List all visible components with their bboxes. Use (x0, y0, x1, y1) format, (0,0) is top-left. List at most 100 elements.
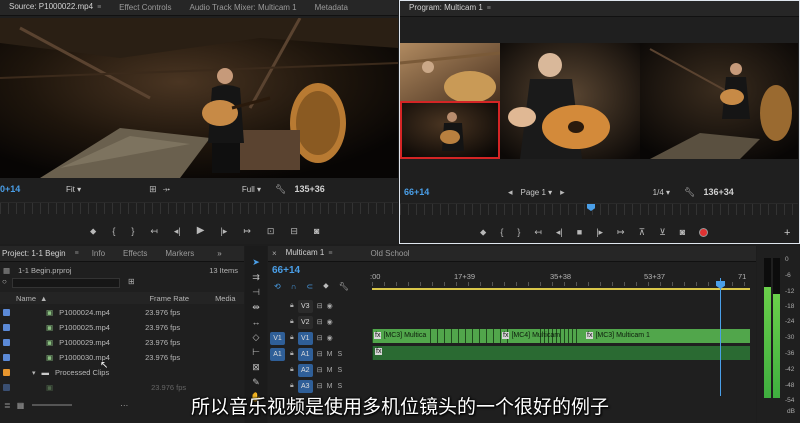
play-icon[interactable]: ▶ (197, 226, 205, 236)
add-marker-icon[interactable]: ⬥ (90, 226, 96, 236)
export-frame-icon[interactable]: ⊞ (149, 184, 157, 194)
extract-icon[interactable]: ⊻ (659, 227, 666, 237)
rolling-edit-tool-icon[interactable]: ⇹ (250, 301, 262, 313)
nest-toggle-icon[interactable]: ⟲ (274, 282, 281, 291)
timeline-playhead-line[interactable] (720, 278, 721, 396)
source-resolution-select[interactable]: Full ▾ (242, 185, 261, 194)
tab-effects[interactable]: Effects (114, 246, 156, 262)
tab-multicam-1[interactable]: Multicam 1 ≡ (277, 246, 342, 262)
eye-icon[interactable]: ◉ (327, 302, 333, 310)
track-area[interactable]: fx [MC3] Multica fx [MC4] Multicam fx [MC3]… (372, 278, 752, 396)
tab-audio-track-mixer[interactable]: Audio Track Mixer: Multicam 1 (180, 0, 305, 16)
timeline-playhead-timecode[interactable]: 66+14 (272, 265, 300, 276)
audio-clip[interactable]: fx (372, 346, 750, 360)
source-time-ruler[interactable] (0, 202, 398, 214)
source-playhead-timecode[interactable]: 0+14 (0, 184, 40, 194)
insert-icon[interactable]: ⊡ (267, 226, 275, 236)
solo-button[interactable]: S (337, 383, 342, 390)
track-label-a3[interactable]: A3 (297, 379, 313, 393)
tab-project[interactable]: Project: 1-1 Begin (0, 246, 75, 262)
track-label-v1[interactable]: V1 (297, 331, 313, 345)
razor-tool-icon[interactable]: ◇ (250, 331, 262, 343)
go-to-out-icon[interactable]: ↦ (617, 227, 625, 237)
more-tabs-icon[interactable]: » (217, 249, 221, 258)
linked-selection-icon[interactable]: ⊂ (306, 282, 313, 291)
track-label-v2[interactable]: V2 (297, 315, 313, 329)
page-select[interactable]: Page 1 ▾ (521, 188, 553, 197)
media-column-header[interactable]: Media (215, 294, 235, 303)
wrench-icon[interactable]: 🔧︎ (339, 282, 349, 291)
solo-button[interactable]: S (337, 351, 342, 358)
mark-in-icon[interactable]: { (112, 226, 115, 236)
sync-lock-icon[interactable]: ⊟ (317, 318, 323, 326)
lock-icon[interactable]: 🔒︎ (290, 302, 294, 310)
list-item[interactable]: ▣ P1000029.mp4 23.976 fps (0, 335, 244, 350)
program-playhead-timecode[interactable]: 66+14 (404, 187, 444, 197)
overwrite-icon[interactable]: ⊟ (290, 226, 298, 236)
wrench-icon[interactable]: 🔧︎ (684, 187, 695, 197)
track-select-tool-icon[interactable]: ⇉ (250, 271, 262, 283)
tab-old-school[interactable]: Old School (361, 246, 418, 262)
track-label-a1[interactable]: A1 (297, 347, 313, 361)
list-item[interactable]: ▣ P1000030.mp4 23.976 fps (0, 350, 244, 365)
solo-button[interactable]: S (337, 367, 342, 374)
insert-overlay-icon[interactable]: ⤞ (163, 184, 170, 194)
mute-button[interactable]: M (327, 351, 333, 358)
timeline-ruler[interactable]: :00 17+39 35+38 53+37 71 (370, 270, 756, 292)
list-item-folder[interactable]: ▾ ▬ Processed Clips (0, 365, 244, 380)
source-patch-v1[interactable]: V1 (270, 331, 285, 345)
step-back-icon[interactable]: ◂| (556, 227, 563, 237)
menu-icon[interactable]: ≡ (328, 250, 332, 257)
clip-label[interactable]: fx [MC3] Multica (374, 329, 430, 343)
sync-lock-icon[interactable]: ⊟ (317, 382, 323, 390)
go-to-in-icon[interactable]: ↤ (534, 227, 542, 237)
add-marker-icon[interactable]: ⬥ (480, 227, 486, 237)
sort-ascending-icon[interactable]: ▲ (40, 294, 47, 303)
source-patch-a1[interactable]: A1 (270, 347, 285, 361)
source-fit-select[interactable]: Fit ▾ (66, 185, 81, 194)
source-video[interactable] (0, 18, 398, 178)
ripple-edit-tool-icon[interactable]: ⊣ (250, 286, 262, 298)
program-time-ruler[interactable] (400, 203, 798, 215)
lock-icon[interactable]: 🔒︎ (290, 382, 294, 390)
record-icon[interactable] (699, 227, 709, 237)
sync-lock-icon[interactable]: ⊟ (317, 334, 323, 342)
step-back-icon[interactable]: ◂| (174, 226, 181, 236)
wrench-icon[interactable]: 🔧︎ (275, 184, 286, 194)
camera-icon[interactable]: ◙ (314, 226, 319, 236)
menu-icon[interactable]: ≡ (75, 250, 79, 257)
mark-in-icon[interactable]: { (500, 227, 503, 237)
mute-button[interactable]: M (327, 367, 333, 374)
search-icon[interactable]: ○ (2, 277, 7, 286)
clip-label[interactable]: fx [MC4] Multicam (502, 329, 572, 343)
tab-markers[interactable]: Markers (156, 246, 203, 262)
new-bin-icon[interactable]: ⊞ (128, 277, 135, 286)
lock-icon[interactable]: 🔒︎ (290, 350, 294, 358)
mark-out-icon[interactable]: } (517, 227, 520, 237)
sync-lock-icon[interactable]: ⊟ (317, 302, 323, 310)
sync-lock-icon[interactable]: ⊟ (317, 366, 323, 374)
tab-metadata[interactable]: Metadata (306, 0, 357, 16)
step-forward-icon[interactable]: |▸ (220, 226, 227, 236)
chevron-down-icon[interactable]: ▾ (32, 369, 36, 377)
mark-out-icon[interactable]: } (131, 226, 134, 236)
stop-icon[interactable]: ■ (577, 227, 582, 237)
previous-page-icon[interactable]: ◂ (508, 187, 513, 197)
go-to-out-icon[interactable]: ↦ (243, 226, 251, 236)
menu-icon[interactable]: ≡ (487, 5, 491, 12)
add-button-icon[interactable]: + (784, 227, 790, 239)
rate-stretch-tool-icon[interactable]: ↔ (250, 316, 262, 328)
menu-icon[interactable]: ≡ (97, 4, 101, 11)
lock-icon[interactable]: 🔒︎ (290, 318, 294, 326)
next-page-icon[interactable]: ▸ (560, 187, 565, 197)
list-item[interactable]: ▣ P1000025.mp4 23.976 fps (0, 320, 244, 335)
tab-effect-controls[interactable]: Effect Controls (110, 0, 180, 16)
lock-icon[interactable]: 🔒︎ (290, 366, 294, 374)
page-fraction-select[interactable]: 1/4 ▾ (653, 188, 670, 197)
eye-icon[interactable]: ◉ (327, 318, 333, 326)
snap-icon[interactable]: ∩ (291, 282, 297, 291)
list-item[interactable]: ▣ P1000024.mp4 23.976 fps (0, 305, 244, 320)
add-marker-icon[interactable]: ⬥ (323, 281, 329, 291)
tab-info[interactable]: Info (83, 246, 114, 262)
mute-button[interactable]: M (327, 383, 333, 390)
